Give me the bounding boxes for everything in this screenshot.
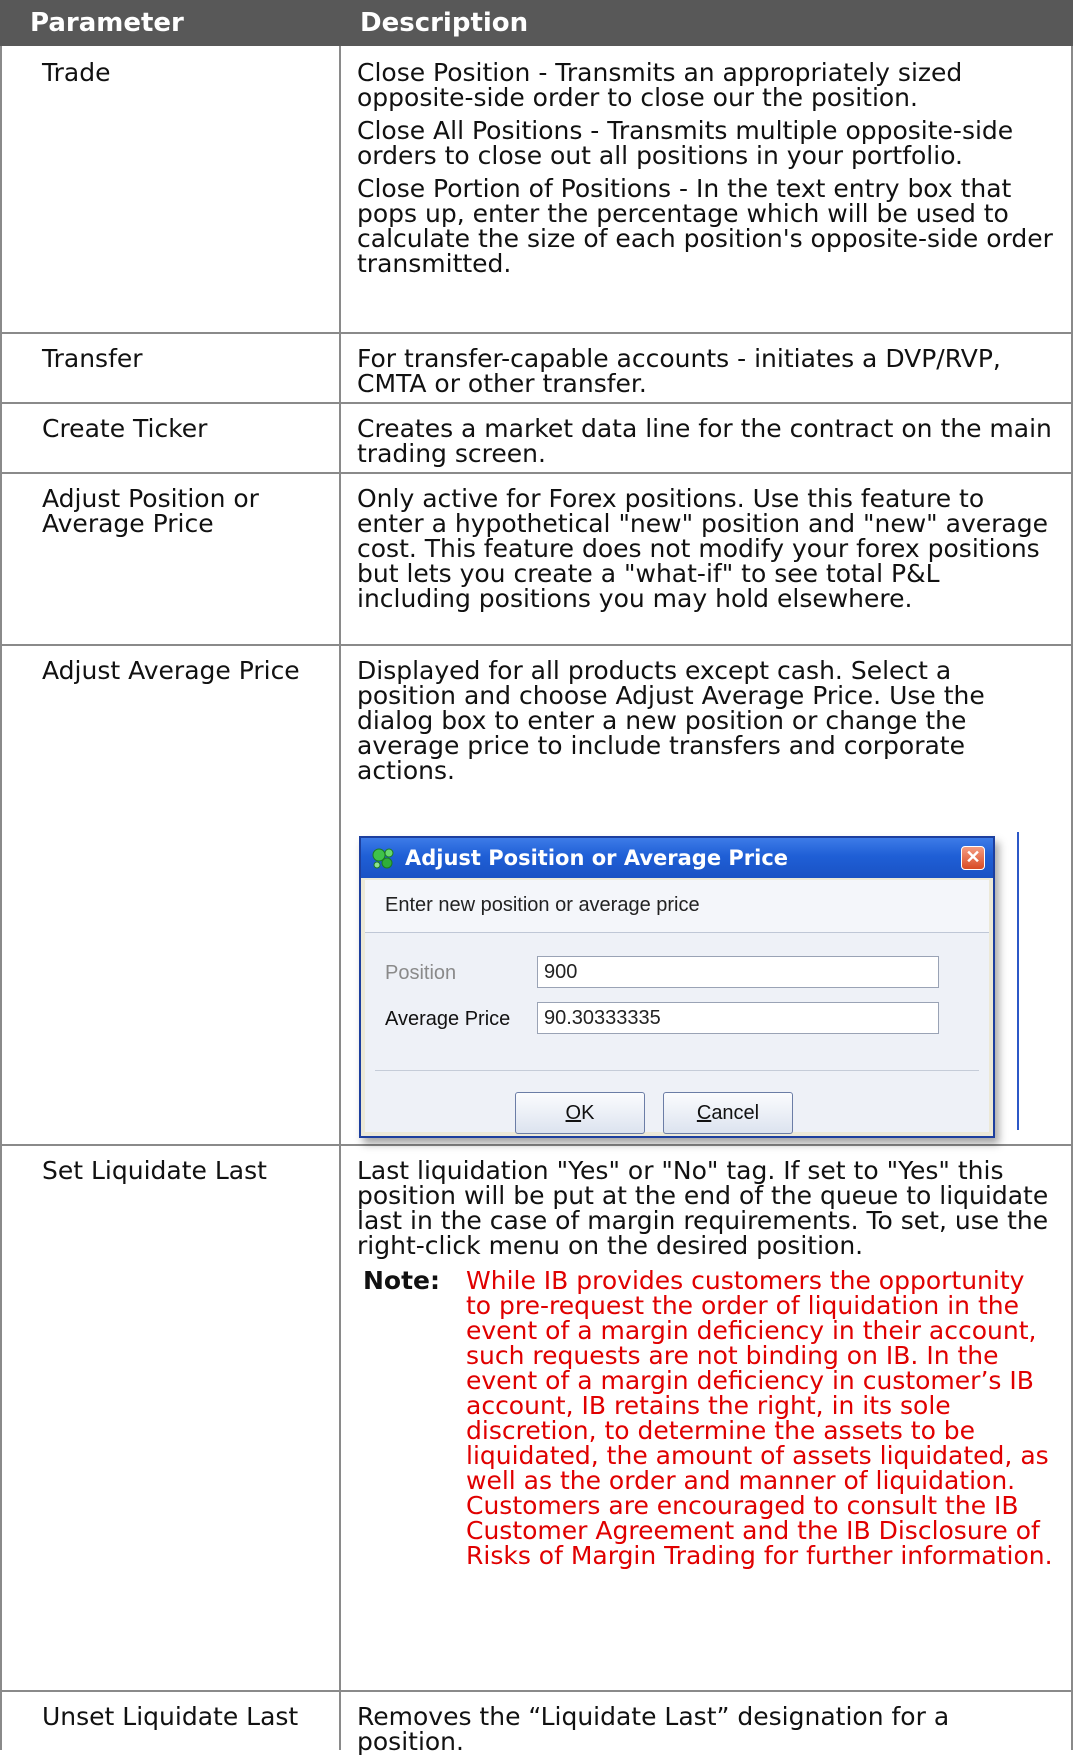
table-row-transfer: Transfer For transfer-capable accounts -…	[0, 332, 1073, 404]
note-block: Note: While IB provides customers the op…	[357, 1268, 1057, 1568]
note-label: Note:	[363, 1266, 441, 1295]
description-cell: Close Position - Transmits an appropriat…	[357, 58, 1053, 278]
description-cell: Creates a market data line for the contr…	[357, 414, 1052, 468]
column-header-parameter: Parameter	[0, 0, 341, 46]
dialog-subtitle: Enter new position or average price	[385, 894, 700, 916]
table-row-unset-liquidate-last: Unset Liquidate Last Removes the “Liquid…	[0, 1690, 1073, 1754]
description-cell: Removes the “Liquidate Last” designation…	[357, 1702, 950, 1756]
note-text: While IB provides customers the opportun…	[466, 1266, 1053, 1570]
dialog-content: Enter new position or average price Posi…	[365, 880, 989, 1134]
dialog-title-bar[interactable]: Adjust Position or Average Price ✕	[361, 838, 993, 878]
column-header-description: Description	[341, 0, 1073, 46]
table-row-adjust-position: Adjust Position or Average Price Only ac…	[0, 472, 1073, 646]
average-price-label: Average Price	[385, 1008, 511, 1030]
position-label: Position	[385, 962, 457, 984]
parameter-cell: Set Liquidate Last	[42, 1156, 267, 1185]
window-edge-line	[1017, 832, 1019, 1130]
ok-button[interactable]: OK	[515, 1092, 645, 1134]
average-price-field[interactable]: 90.30333335	[537, 1002, 939, 1034]
position-field[interactable]: 900	[537, 956, 939, 988]
close-icon[interactable]: ✕	[961, 846, 985, 870]
table-row-create-ticker: Create Ticker Creates a market data line…	[0, 402, 1073, 474]
parameter-cell: Transfer	[42, 344, 143, 373]
parameter-cell: Adjust Position or Average Price	[42, 484, 259, 538]
description-cell: Last liquidation "Yes" or "No" tag. If s…	[357, 1158, 1057, 1568]
table-row-trade: Trade Close Position - Transmits an appr…	[0, 46, 1073, 334]
parameter-cell: Create Ticker	[42, 414, 208, 443]
parameter-cell: Trade	[42, 58, 111, 87]
parameter-cell: Unset Liquidate Last	[42, 1702, 299, 1731]
table-row-adjust-average-price: Adjust Average Price Displayed for all p…	[0, 644, 1073, 1146]
description-cell: Only active for Forex positions. Use thi…	[357, 484, 1048, 613]
dialog-screenshot: Adjust Position or Average Price ✕ Enter…	[341, 832, 1071, 1138]
description-cell: Displayed for all products except cash. …	[357, 656, 985, 785]
divider	[375, 1070, 979, 1071]
dialog-header: Enter new position or average price	[365, 880, 989, 933]
green-molecule-icon	[372, 848, 394, 869]
description-cell: For transfer-capable accounts - initiate…	[357, 344, 1001, 398]
adjust-position-dialog: Adjust Position or Average Price ✕ Enter…	[359, 836, 995, 1138]
cancel-button[interactable]: Cancel	[663, 1092, 793, 1134]
table-row-set-liquidate-last: Set Liquidate Last Last liquidation "Yes…	[0, 1144, 1073, 1692]
parameter-cell: Adjust Average Price	[42, 656, 300, 685]
dialog-title: Adjust Position or Average Price	[405, 846, 789, 870]
